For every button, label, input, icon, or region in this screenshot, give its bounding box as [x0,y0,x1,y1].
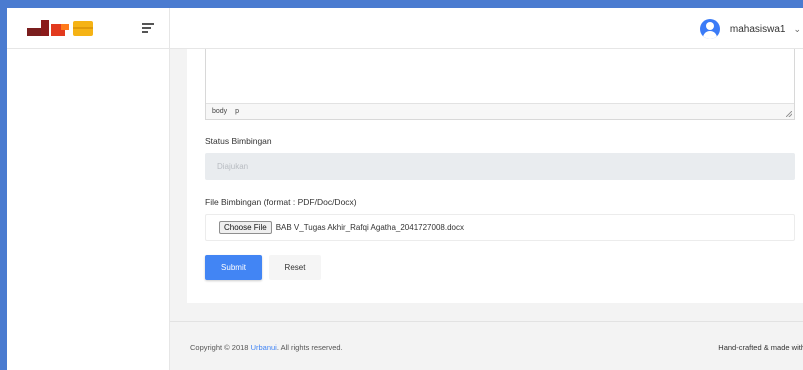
username-label[interactable]: mahasiswa1 [730,24,786,35]
selected-file-name: BAB V_Tugas Akhir_Rafqi Agatha_204172700… [275,223,464,232]
footer: Copyright © 2018 Urbanui. All rights res… [170,321,803,370]
chevron-down-icon[interactable]: ⌄ [793,24,801,35]
submit-button[interactable]: Submit [205,255,262,280]
file-label: File Bimbingan (format : PDF/Doc/Docx) [205,197,357,207]
user-menu[interactable]: mahasiswa1 ⌄ [699,19,803,39]
urbanui-link[interactable]: Urbanui [251,343,277,352]
copyright-suffix: . All rights reserved. [276,343,343,352]
top-bar: mahasiswa1 ⌄ [7,8,803,49]
editor-path-body[interactable]: body [212,108,227,115]
brand-area [7,8,170,49]
copyright-prefix: Copyright © 2018 [190,343,251,352]
editor-resize-handle[interactable] [786,111,792,117]
rich-text-editor: body p [205,49,795,120]
app-logo [27,20,93,36]
handcrafted-text: Hand-crafted & made with [718,343,803,352]
app-window: mahasiswa1 ⌄ body p Status Bimbingan Dia… [7,8,803,370]
file-input[interactable]: Choose File BAB V_Tugas Akhir_Rafqi Agat… [205,214,795,241]
menu-toggle-icon[interactable] [142,23,154,33]
status-field: Diajukan [205,153,795,180]
form-card: body p Status Bimbingan Diajukan File Bi… [187,49,803,303]
editor-content-area[interactable] [206,49,794,103]
choose-file-button[interactable]: Choose File [219,221,272,234]
status-label: Status Bimbingan [205,136,272,146]
copyright-text: Copyright © 2018 Urbanui. All rights res… [190,343,343,352]
editor-statusbar: body p [206,103,794,119]
user-avatar-icon[interactable] [699,19,720,39]
editor-path-p[interactable]: p [235,108,239,115]
sidebar [7,49,170,370]
reset-button[interactable]: Reset [269,255,321,280]
